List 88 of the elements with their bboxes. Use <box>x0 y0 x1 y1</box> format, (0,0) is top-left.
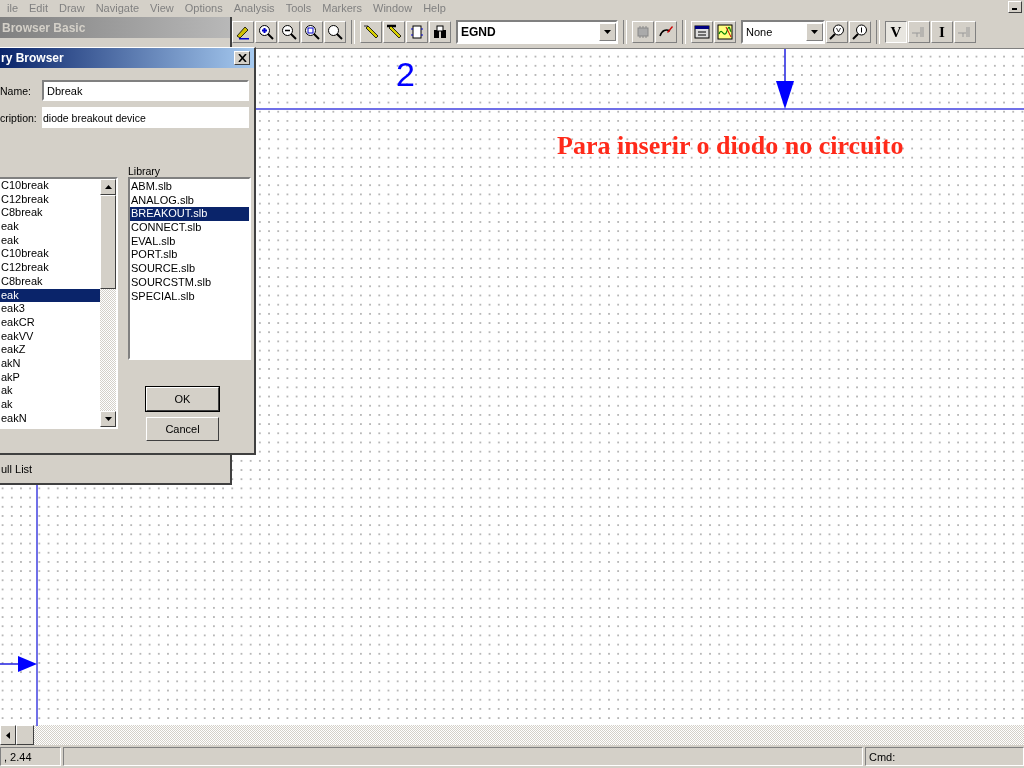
library-list-item[interactable]: SOURCE.slb <box>130 262 249 276</box>
name-field[interactable]: Dbreak <box>42 80 249 101</box>
scroll-left-button[interactable] <box>0 725 16 745</box>
close-icon <box>237 54 247 62</box>
pen-icon <box>235 24 251 41</box>
library-list-item[interactable]: BREAKOUT.slb <box>130 207 249 222</box>
part-list-item[interactable]: eak <box>0 233 100 248</box>
draw-wire-button[interactable] <box>360 21 382 44</box>
up-arrow-icon <box>104 185 112 189</box>
scroll-thumb[interactable] <box>16 725 34 745</box>
draw-block-button[interactable] <box>406 21 428 44</box>
magnifier-icon <box>829 24 845 41</box>
dialog-title: ry Browser <box>1 51 64 65</box>
part-list-item[interactable]: eak3 <box>0 302 100 316</box>
edit-symbol-button[interactable] <box>655 21 677 44</box>
arrow-right-icon <box>0 655 37 672</box>
scroll-thumb[interactable] <box>100 195 116 289</box>
marker-combo[interactable]: None <box>741 20 825 45</box>
close-button[interactable] <box>234 51 250 65</box>
part-list-item[interactable]: eak <box>0 220 100 234</box>
zoom-area-button[interactable] <box>301 21 323 44</box>
name-label: Name: <box>0 84 32 97</box>
library-list-item[interactable]: ANALOG.slb <box>130 193 249 208</box>
description-field: diode breakout device <box>42 107 249 128</box>
annotation-text: Para inserir o diodo no circuito <box>557 130 904 161</box>
chip-icon <box>635 24 651 41</box>
magnifier-icon <box>852 24 868 41</box>
cancel-button[interactable]: Cancel <box>146 417 219 441</box>
zoom-fit-button[interactable] <box>324 21 346 44</box>
part-list-item[interactable]: eakN <box>0 411 100 426</box>
full-list-label[interactable]: ull List <box>1 463 33 475</box>
binoculars-icon <box>432 24 448 41</box>
probe-button[interactable] <box>714 21 736 44</box>
library-list-item[interactable]: PORT.slb <box>130 248 249 263</box>
zoom-out-icon <box>281 24 297 41</box>
zoom-area-icon <box>304 24 320 41</box>
part-list-item[interactable]: C8break <box>0 206 100 221</box>
voltage-probe-button[interactable] <box>826 21 848 44</box>
part-list-item[interactable]: akP <box>0 370 100 385</box>
zoom-out-button[interactable] <box>278 21 300 44</box>
scroll-up-button[interactable] <box>100 179 116 195</box>
part-list-item[interactable]: C10break <box>0 179 100 193</box>
part-list-item[interactable]: eakVV <box>0 329 100 344</box>
part-list-item[interactable]: C8break <box>0 274 100 289</box>
part-list-item[interactable]: C12break <box>0 261 100 275</box>
part-list-item[interactable]: akN <box>0 356 100 371</box>
current-probe-button[interactable] <box>849 21 871 44</box>
library-list-item[interactable]: CONNECT.slb <box>130 221 249 235</box>
zoom-in-icon <box>258 24 274 41</box>
library-list-item[interactable]: SOURCSTM.slb <box>130 275 249 290</box>
marker-button[interactable]: V <box>885 21 907 44</box>
library-list-item[interactable]: EVAL.slb <box>130 234 249 249</box>
zoom-in-button[interactable] <box>255 21 277 44</box>
command-label: Cmd: <box>865 747 1024 766</box>
minimize-button[interactable] <box>1008 1 1022 13</box>
scroll-down-button[interactable] <box>100 411 116 427</box>
library-list-item[interactable]: SPECIAL.slb <box>130 289 249 304</box>
part-list-item[interactable]: ak <box>0 384 100 398</box>
magnifier-icon <box>327 24 343 41</box>
horizontal-scrollbar[interactable] <box>0 725 1024 745</box>
toolbar-button[interactable] <box>232 21 254 44</box>
draw-bus-button[interactable] <box>383 21 405 44</box>
description-label: cription: <box>0 111 38 124</box>
pencil-icon <box>386 24 402 41</box>
page-number: 2 <box>396 54 415 94</box>
part-list-item[interactable]: eakCR <box>0 315 100 330</box>
part-list-item[interactable]: eak <box>0 288 100 303</box>
pencil-icon <box>363 24 379 41</box>
part-list-item[interactable]: eakZ <box>0 343 100 357</box>
coordinates-text: , 2.44 <box>0 747 61 766</box>
arrow-down-icon <box>776 48 794 109</box>
left-arrow-icon <box>6 731 10 739</box>
waveform-icon <box>717 24 733 41</box>
down-arrow-icon <box>104 417 112 421</box>
vertical-scrollbar[interactable] <box>100 179 116 427</box>
window-title: Browser Basic <box>0 17 230 38</box>
part-list-item[interactable]: ak <box>0 398 100 412</box>
ok-button[interactable]: OK <box>146 387 219 411</box>
library-list-item[interactable]: ABM.slb <box>130 180 249 194</box>
setup-button[interactable] <box>691 21 713 44</box>
part-name-combo[interactable]: EGND <box>456 20 618 45</box>
part-list-item[interactable]: C12break <box>0 192 100 207</box>
get-part-button[interactable] <box>429 21 451 44</box>
library-label: Library <box>128 166 162 177</box>
marker-button[interactable]: I <box>931 21 953 44</box>
block-icon <box>409 24 425 41</box>
window-icon <box>694 24 710 41</box>
part-list-item[interactable]: C10break <box>0 247 100 262</box>
